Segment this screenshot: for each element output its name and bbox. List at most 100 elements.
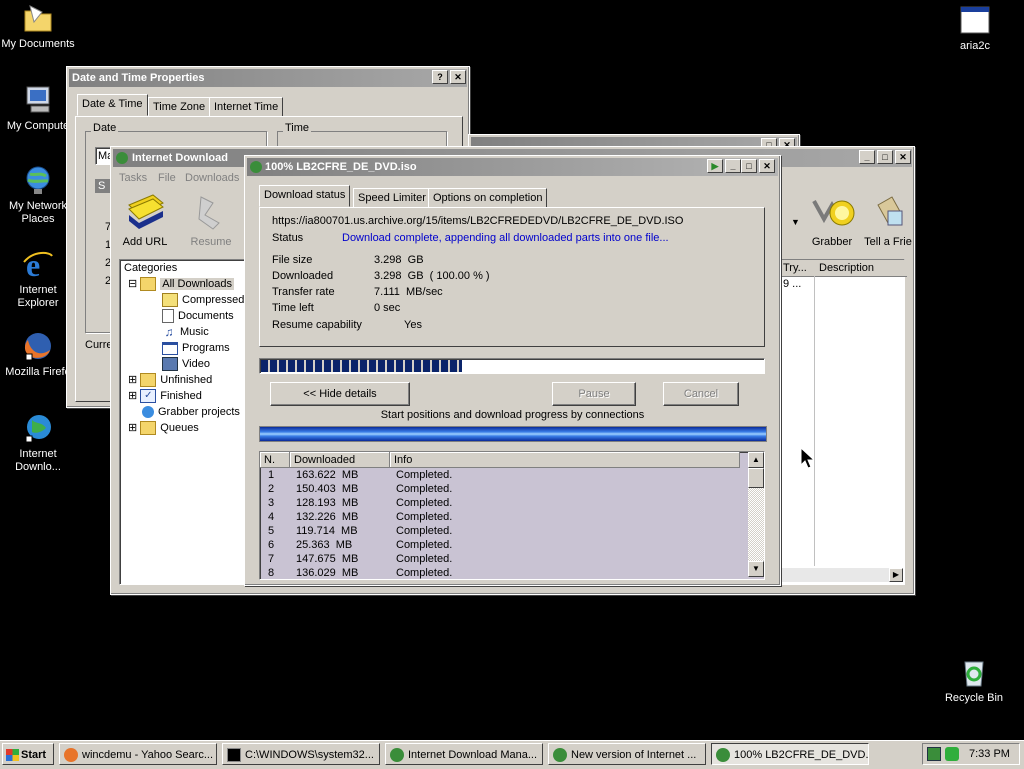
add-url-button[interactable]: Add URL [117, 191, 173, 251]
idm-globe-icon [22, 412, 54, 444]
grabber-label: Grabber [811, 236, 853, 248]
compressed-folder-icon [162, 293, 178, 308]
toolbar-dropdown-arrow[interactable]: ▼ [791, 217, 800, 227]
connections-progress-bar [259, 426, 767, 442]
tree-video[interactable]: Video [162, 356, 210, 372]
close-button[interactable]: ✕ [450, 70, 466, 84]
tree-finished[interactable]: ⊞ ✓ Finished [128, 388, 202, 404]
close-button[interactable]: ✕ [895, 150, 911, 164]
tree-label: Unfinished [160, 374, 213, 386]
progress-dialog-title-bar[interactable]: 100% LB2CFRE_DE_DVD.iso [247, 158, 778, 176]
status-label: Status [272, 232, 304, 244]
table-row[interactable]: 6 25.363 MB Completed. [260, 538, 746, 552]
scroll-right-arrow[interactable]: ▶ [889, 568, 903, 582]
music-note-icon: ♫ [164, 325, 174, 340]
download-url: https://ia800701.us.archive.org/15/items… [272, 215, 684, 227]
document-icon [162, 309, 174, 324]
resume-icon [198, 196, 220, 230]
idm-icon [116, 152, 128, 165]
desktop-icon-idm[interactable]: Internet Downlo... [0, 412, 78, 474]
taskbar-button-firefox[interactable]: wincdemu - Yahoo Searc... [59, 743, 217, 765]
menu-downloads[interactable]: Downloads [185, 172, 239, 184]
mouse-cursor [800, 446, 816, 472]
date-time-title-bar[interactable]: Date and Time Properties [69, 69, 467, 87]
current-time-zone-label: Curre [85, 339, 113, 351]
column-info[interactable]: Info [390, 452, 740, 468]
cancel-button[interactable]: Cancel [663, 382, 739, 406]
minimize-button[interactable]: _ [725, 159, 741, 173]
close-button[interactable]: ✕ [759, 159, 775, 173]
tab-time-zone[interactable]: Time Zone [148, 97, 211, 117]
cell-downloaded: 150.403 MB [296, 483, 359, 495]
resume-label: Resume [190, 236, 232, 248]
grabber-button[interactable]: Grabber [801, 191, 863, 251]
tree-programs[interactable]: Programs [162, 340, 230, 356]
table-row[interactable]: 7 147.675 MB Completed. [260, 552, 746, 566]
hide-details-button[interactable]: << Hide details [270, 382, 410, 406]
menu-file[interactable]: File [158, 172, 176, 184]
taskbar-button-new-version[interactable]: New version of Internet ... [548, 743, 706, 765]
desktop-icon-recycle-bin[interactable]: Recycle Bin [934, 656, 1014, 705]
tree-compressed[interactable]: Compressed [162, 292, 244, 308]
idm-icon [250, 161, 262, 174]
table-row[interactable]: 8 136.029 MB Completed. [260, 566, 746, 579]
help-button[interactable]: ? [432, 70, 448, 84]
scroll-up-arrow[interactable]: ▲ [748, 452, 764, 468]
tab-options-on-completion[interactable]: Options on completion [428, 188, 548, 208]
progress-bar-fill [261, 360, 462, 372]
clock[interactable]: 7:33 PM [969, 748, 1010, 760]
tree-unfinished[interactable]: ⊞ Unfinished [128, 372, 212, 388]
resume-capability-label: Resume capability [272, 319, 362, 331]
tab-download-status[interactable]: Download status [259, 185, 351, 207]
tab-date-time[interactable]: Date & Time [77, 94, 148, 116]
cell-number: 8 [268, 567, 275, 579]
tree-documents[interactable]: Documents [162, 308, 234, 324]
start-button[interactable]: Start [2, 743, 54, 765]
pause-button[interactable]: Pause [552, 382, 636, 406]
column-downloaded[interactable]: Downloaded [290, 452, 390, 468]
table-row[interactable]: 2 150.403 MB Completed. [260, 482, 746, 496]
tree-queues[interactable]: ⊞ Queues [128, 420, 199, 436]
maximize-button[interactable]: □ [877, 150, 893, 164]
menu-tasks[interactable]: Tasks [119, 172, 147, 184]
calendar-header: S [95, 179, 110, 193]
cell-downloaded: 119.714 MB [296, 525, 358, 537]
cell-downloaded: 25.363 MB [296, 539, 353, 551]
tree-grabber-projects[interactable]: Grabber projects [142, 404, 240, 420]
tree-label: Grabber projects [158, 406, 240, 418]
taskbar-button-progress[interactable]: 100% LB2CFRE_DE_DVD.... [711, 743, 869, 765]
play-button[interactable]: ▶ [707, 159, 723, 173]
desktop-icon-my-documents[interactable]: My Documents [0, 2, 78, 51]
taskbar-label: New version of Internet ... [571, 749, 697, 761]
network-tray-icon[interactable] [927, 747, 941, 761]
desktop-icon-aria2c[interactable]: aria2c [935, 4, 1015, 53]
resume-button[interactable]: Resume [183, 191, 239, 251]
scroll-down-arrow[interactable]: ▼ [748, 561, 764, 577]
tree-music[interactable]: ♫ Music [162, 324, 209, 340]
idm-tray-icon[interactable] [945, 747, 959, 761]
table-row[interactable]: 5 119.714 MB Completed. [260, 524, 746, 538]
taskbar-button-cmd[interactable]: C:\WINDOWS\system32... [222, 743, 380, 765]
tab-internet-time[interactable]: Internet Time [209, 97, 284, 117]
table-row[interactable]: 4 132.226 MB Completed. [260, 510, 746, 524]
horizontal-scrollbar[interactable]: ▶ [780, 568, 903, 582]
column-try[interactable]: Try... [780, 260, 818, 277]
tab-speed-limiter[interactable]: Speed Limiter [353, 188, 431, 208]
vertical-scrollbar[interactable]: ▲ ▼ [748, 452, 764, 577]
tell-a-friend-button[interactable]: Tell a Frie [863, 191, 913, 251]
taskbar-button-idm[interactable]: Internet Download Mana... [385, 743, 543, 765]
desktop-icon-label: My Documents [1, 38, 75, 50]
cell-number: 3 [268, 497, 275, 509]
table-row[interactable]: 3 128.193 MB Completed. [260, 496, 746, 510]
minimize-button[interactable]: _ [859, 150, 875, 164]
tree-all-downloads[interactable]: ⊟ All Downloads [128, 276, 234, 292]
categories-header: Categories [124, 262, 178, 274]
tree-label: Documents [178, 310, 234, 322]
maximize-button[interactable]: □ [741, 159, 757, 173]
cell-downloaded: 147.675 MB [296, 553, 359, 565]
scroll-thumb[interactable] [748, 468, 764, 488]
column-number[interactable]: N. [260, 452, 290, 468]
grabber-globe-icon [142, 406, 154, 419]
table-row[interactable]: 1 163.622 MB Completed. [260, 468, 746, 482]
column-description[interactable]: Description [815, 260, 907, 277]
